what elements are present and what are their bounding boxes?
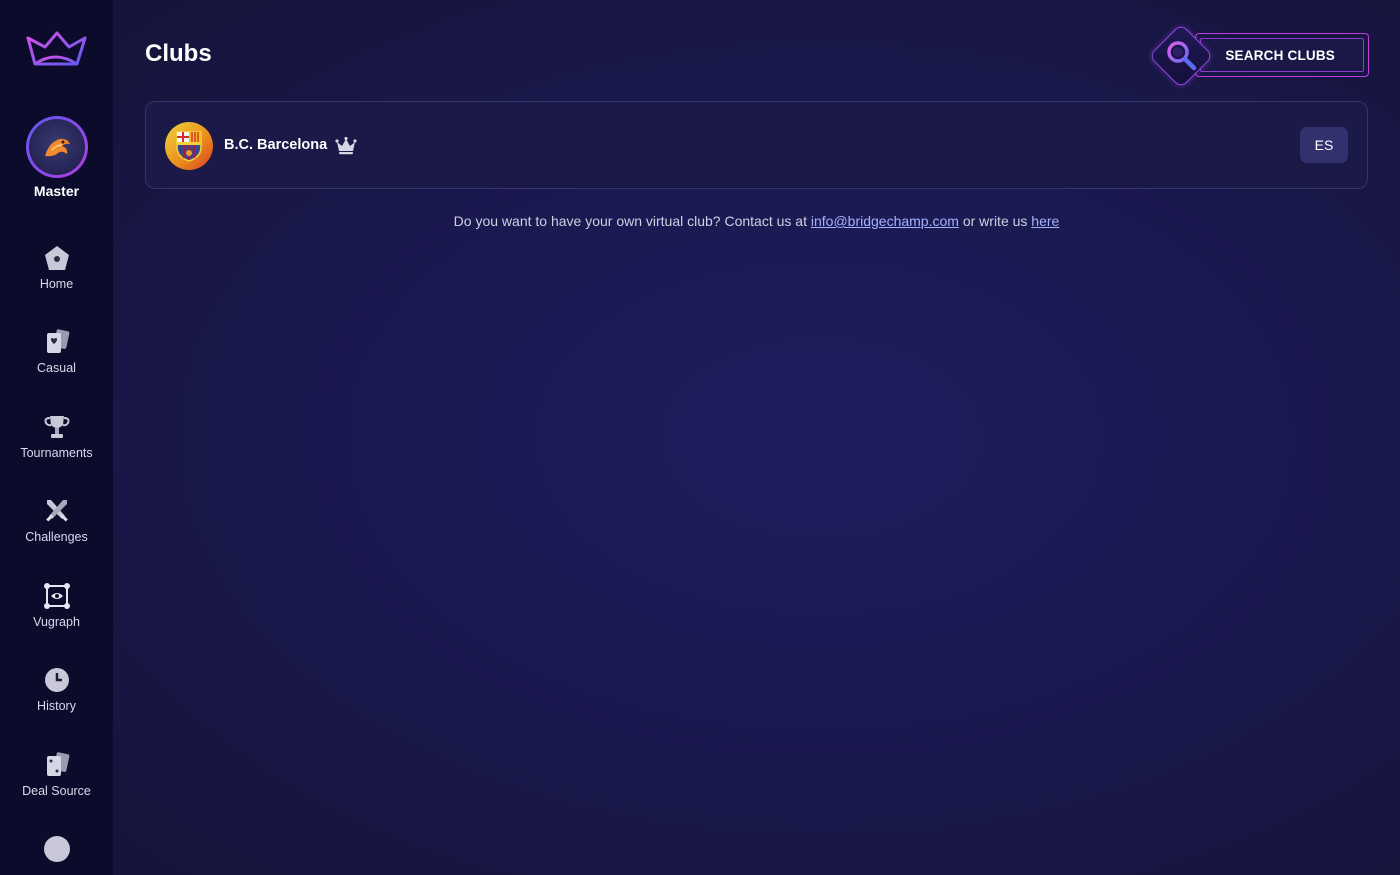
sidebar-item-chat[interactable]: [0, 834, 113, 875]
sidebar-item-casual[interactable]: Casual: [0, 327, 113, 397]
contact-prefix: Do you want to have your own virtual clu…: [453, 213, 807, 229]
swords-icon: [42, 496, 72, 526]
main-content: Clubs SEARCH CLUBS B.C. Barcelona ES Do …: [113, 0, 1400, 875]
contact-middle: or write us: [962, 213, 1028, 229]
rank-label: Master: [33, 183, 80, 199]
cards-icon: [42, 327, 72, 357]
sidebar-item-tournaments[interactable]: Tournaments: [0, 412, 113, 482]
logo-icon[interactable]: [25, 30, 87, 68]
deal-cards-icon: [42, 750, 72, 780]
search-clubs-label: SEARCH CLUBS: [1225, 47, 1335, 63]
search-icon: [1167, 41, 1197, 71]
sidebar-item-challenges[interactable]: Challenges: [0, 496, 113, 566]
search-clubs-inner: SEARCH CLUBS: [1200, 38, 1364, 72]
club-name: B.C. Barcelona: [224, 137, 328, 153]
page-title: Clubs: [145, 40, 212, 67]
sidebar-item-vugraph[interactable]: Vugraph: [0, 581, 113, 651]
crown-icon: [335, 136, 357, 155]
clock-icon: [42, 665, 72, 695]
contact-info: Do you want to have your own virtual clu…: [113, 213, 1400, 229]
sidebar-item-label: Deal Source: [22, 784, 91, 798]
sidebar: Master Home Casual Tournaments Challenge…: [0, 0, 113, 875]
sidebar-item-history[interactable]: History: [0, 665, 113, 735]
search-clubs-button[interactable]: SEARCH CLUBS: [1147, 22, 1369, 89]
sidebar-item-deal-source[interactable]: Deal Source: [0, 750, 113, 820]
contact-email-link[interactable]: info@bridgechamp.com: [811, 213, 959, 229]
sidebar-item-label: Challenges: [25, 530, 88, 544]
sidebar-item-label: Casual: [37, 361, 76, 375]
home-icon: [42, 243, 72, 273]
app-root: Master Home Casual Tournaments Challenge…: [0, 0, 1400, 875]
sidebar-item-label: Tournaments: [20, 446, 93, 460]
eye-icon: [42, 581, 72, 611]
club-card[interactable]: B.C. Barcelona ES: [145, 101, 1368, 189]
club-crest-icon: [165, 122, 213, 170]
sidebar-item-home[interactable]: Home: [0, 243, 113, 313]
avatar[interactable]: [26, 116, 88, 178]
language-badge: ES: [1300, 127, 1348, 163]
dragon-icon: [45, 138, 70, 157]
sidebar-item-label: Home: [39, 277, 74, 291]
sidebar-item-label: Vugraph: [33, 615, 80, 629]
avatar-image: [29, 119, 85, 175]
chat-icon: [42, 834, 72, 864]
contact-here-link[interactable]: here: [1031, 213, 1059, 229]
sidebar-item-label: History: [37, 699, 76, 713]
trophy-icon: [42, 412, 72, 442]
search-clubs-frame: SEARCH CLUBS: [1195, 33, 1369, 77]
